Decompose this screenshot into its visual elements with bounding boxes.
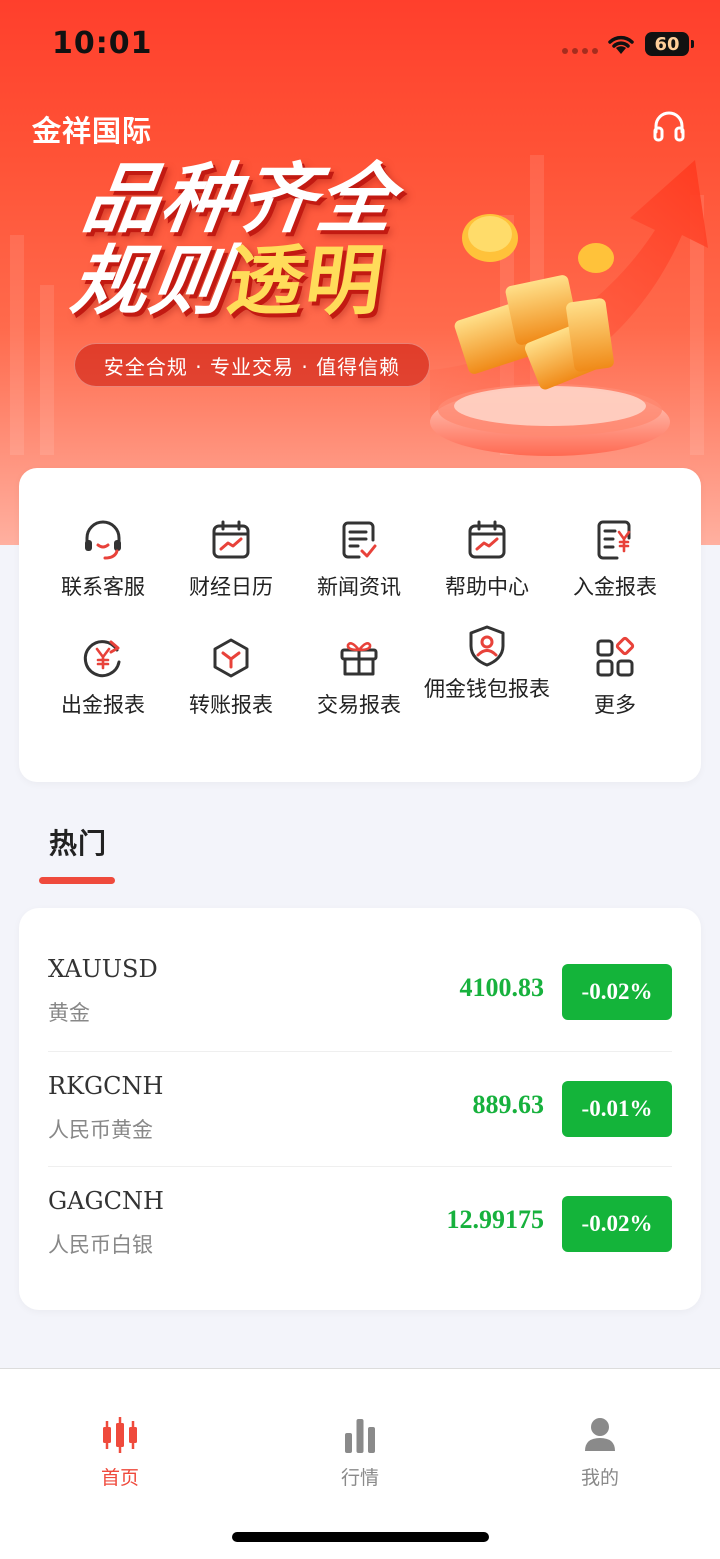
menu-item-label: 更多 [594,693,636,717]
quote-change-badge: -0.02% [562,964,672,1020]
hot-tab-indicator [39,877,115,884]
menu-item-trade-report[interactable]: 交易报表 [293,636,425,718]
candlestick-icon [103,1417,137,1453]
headset-icon [85,520,121,560]
quote-row[interactable]: GAGCNH 人民币白银 12.99175 -0.02% [48,1166,672,1282]
banner-tagline: 安全合规 · 专业交易 · 值得信赖 [74,343,430,387]
cube-icon [213,638,249,678]
cellular-signal-icon [562,48,598,54]
home-indicator [232,1532,489,1542]
slogan-line-2a: 规则 [66,236,235,325]
quote-change-badge: -0.02% [562,1196,672,1252]
quote-name: 人民币白银 [48,1233,153,1257]
bar-chart-icon [345,1419,375,1453]
gold-bars-illustration [430,160,708,456]
yuan-receipt-icon [597,520,631,560]
bottom-tab-bar: 首页 行情 我的 [0,1368,720,1559]
quote-symbol: RKGCNH [48,1072,164,1100]
tab-home[interactable]: 首页 [60,1415,180,1490]
calendar-chart-icon [468,520,506,559]
tab-market[interactable]: 行情 [300,1415,420,1490]
quote-price: 4100.83 [459,973,545,1002]
menu-item-contact-service[interactable]: 联系客服 [37,518,169,600]
headset-icon[interactable] [652,110,686,144]
menu-item-label: 新闻资讯 [317,575,401,599]
tab-label: 首页 [100,1467,139,1489]
yuan-refresh-icon [83,640,121,678]
menu-item-transfer-report[interactable]: 转账报表 [165,636,297,718]
user-icon [585,1418,615,1451]
hero-banner: 10:01 60 金祥国际 品种齐全 规则透明 安全合规 · 专业交易 · 值得… [0,0,720,545]
battery-indicator: 60 [645,32,694,56]
quote-symbol: GAGCNH [48,1187,164,1215]
quote-price: 12.99175 [446,1205,545,1234]
slogan-line-2b: 透明 [222,236,391,325]
wifi-icon [608,35,634,54]
menu-item-commission-wallet-report[interactable]: 佣金钱包报表 [421,624,553,702]
quote-change-badge: -0.01% [562,1081,672,1137]
quick-menu-card: 联系客服 财经日历 新闻资讯 帮助中心 入金报表 出金报表 转账报表 交易报表 … [19,468,701,782]
quote-name: 黄金 [48,1001,90,1025]
status-time: 10:01 [52,26,153,61]
menu-item-label: 入金报表 [573,575,657,599]
quote-symbol: XAUUSD [48,955,158,983]
menu-item-deposit-report[interactable]: 入金报表 [549,518,681,600]
menu-item-label: 帮助中心 [445,575,529,599]
grid-more-icon [596,636,635,677]
banner-slogan: 品种齐全 规则透明 [66,154,403,325]
menu-item-withdraw-report[interactable]: 出金报表 [37,636,169,718]
menu-item-more[interactable]: 更多 [549,636,681,718]
hot-quotes-card: XAUUSD 黄金 4100.83 -0.02% RKGCNH 人民币黄金 88… [19,908,701,1310]
hot-section-title[interactable]: 热门 [49,822,107,862]
quote-price: 889.63 [472,1090,545,1119]
slogan-line-2: 规则透明 [66,236,391,325]
slogan-line-1: 品种齐全 [77,154,403,243]
brand-name: 金祥国际 [32,114,153,148]
shield-user-icon [469,625,505,667]
news-document-icon [342,521,377,559]
quote-row[interactable]: RKGCNH 人民币黄金 889.63 -0.01% [48,1051,672,1167]
quote-row[interactable]: XAUUSD 黄金 4100.83 -0.02% [48,935,672,1051]
calendar-chart-icon [212,520,250,559]
status-bar: 10:01 60 [0,0,720,90]
tab-profile[interactable]: 我的 [540,1415,660,1490]
menu-item-label: 转账报表 [189,693,273,717]
menu-item-finance-calendar[interactable]: 财经日历 [165,518,297,600]
menu-item-news[interactable]: 新闻资讯 [293,518,425,600]
menu-item-label: 佣金钱包报表 [424,677,550,701]
quote-name: 人民币黄金 [48,1118,153,1142]
gift-icon [340,642,378,676]
menu-item-label: 联系客服 [61,575,145,599]
menu-item-help-center[interactable]: 帮助中心 [421,518,553,600]
menu-item-label: 出金报表 [61,693,145,717]
menu-item-label: 交易报表 [317,693,401,717]
tab-label: 行情 [340,1467,379,1489]
menu-item-label: 财经日历 [189,575,273,599]
tab-label: 我的 [580,1467,619,1489]
